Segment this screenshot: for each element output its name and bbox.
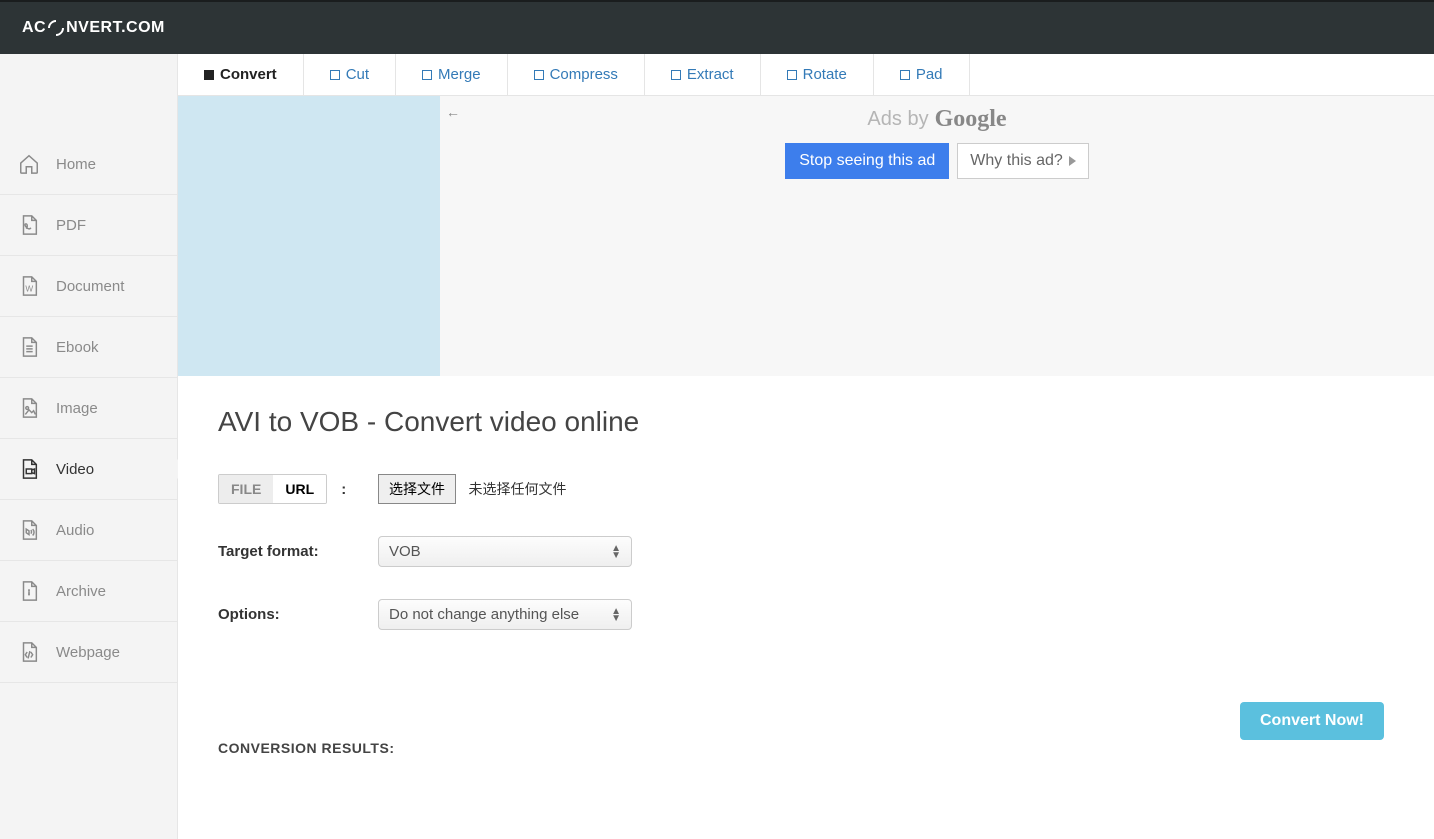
tab-pad[interactable]: Pad bbox=[874, 54, 970, 95]
results-heading: CONVERSION RESULTS: bbox=[218, 740, 1394, 756]
options-row: Options: Do not change anything else ▲▼ bbox=[218, 599, 1394, 630]
convert-now-button[interactable]: Convert Now! bbox=[1240, 702, 1384, 740]
ebook-icon bbox=[18, 336, 40, 358]
why-ad-label: Why this ad? bbox=[970, 152, 1062, 170]
square-icon bbox=[534, 70, 544, 80]
ad-region: ← Ads by Google Stop seeing this ad Why … bbox=[178, 96, 1434, 376]
sidebar-item-label: PDF bbox=[56, 217, 86, 234]
sidebar-item-label: Document bbox=[56, 278, 124, 295]
square-icon bbox=[900, 70, 910, 80]
square-icon bbox=[671, 70, 681, 80]
ads-by-text: Ads by bbox=[867, 108, 928, 131]
select-arrows-icon: ▲▼ bbox=[611, 608, 621, 622]
tab-merge[interactable]: Merge bbox=[396, 54, 508, 95]
source-toggle-area: FILE URL : bbox=[218, 474, 378, 504]
home-icon bbox=[18, 153, 40, 175]
sidebar-item-video[interactable]: Video bbox=[0, 439, 177, 500]
sidebar-item-audio[interactable]: Audio bbox=[0, 500, 177, 561]
tab-extract[interactable]: Extract bbox=[645, 54, 761, 95]
square-icon bbox=[422, 70, 432, 80]
archive-icon bbox=[18, 580, 40, 602]
square-icon bbox=[204, 70, 214, 80]
sidebar-item-archive[interactable]: Archive bbox=[0, 561, 177, 622]
colon: : bbox=[341, 481, 346, 498]
image-icon bbox=[18, 397, 40, 419]
target-value: VOB bbox=[389, 543, 421, 560]
choose-file-button[interactable]: 选择文件 bbox=[378, 474, 456, 504]
page-title: AVI to VOB - Convert video online bbox=[218, 406, 1394, 438]
triangle-right-icon bbox=[1069, 156, 1076, 166]
svg-text:W: W bbox=[25, 285, 33, 294]
options-value: Do not change anything else bbox=[389, 606, 579, 623]
ad-placeholder-left bbox=[178, 96, 440, 376]
arrow-left-icon: ← bbox=[446, 104, 460, 120]
document-icon: W bbox=[18, 275, 40, 297]
tab-label: Pad bbox=[916, 66, 943, 83]
tab-label: Compress bbox=[550, 66, 618, 83]
target-format-select[interactable]: VOB ▲▼ bbox=[378, 536, 632, 567]
sidebar-item-label: Home bbox=[56, 156, 96, 173]
sidebar: Home PDF W Document Ebook Image Video Au… bbox=[0, 54, 178, 839]
tab-cut[interactable]: Cut bbox=[304, 54, 396, 95]
tab-compress[interactable]: Compress bbox=[508, 54, 645, 95]
sidebar-item-home[interactable]: Home bbox=[0, 134, 177, 195]
ads-by-label: Ads by Google bbox=[867, 106, 1006, 133]
sidebar-item-label: Webpage bbox=[56, 644, 120, 661]
tab-rotate[interactable]: Rotate bbox=[761, 54, 874, 95]
main-area: Convert Cut Merge Compress Extract Rotat… bbox=[178, 54, 1434, 839]
sidebar-item-label: Video bbox=[56, 461, 94, 478]
file-tab-button[interactable]: FILE bbox=[219, 475, 273, 503]
target-label: Target format: bbox=[218, 543, 378, 560]
video-icon bbox=[18, 458, 40, 480]
topbar: AC NVERT.COM bbox=[0, 0, 1434, 54]
tab-label: Cut bbox=[346, 66, 369, 83]
source-row: FILE URL : 选择文件 未选择任何文件 bbox=[218, 474, 1394, 504]
sidebar-item-document[interactable]: W Document bbox=[0, 256, 177, 317]
why-ad-button[interactable]: Why this ad? bbox=[957, 143, 1088, 179]
target-row: Target format: VOB ▲▼ bbox=[218, 536, 1394, 567]
sidebar-item-ebook[interactable]: Ebook bbox=[0, 317, 177, 378]
sidebar-item-label: Image bbox=[56, 400, 98, 417]
tabs: Convert Cut Merge Compress Extract Rotat… bbox=[178, 54, 1434, 96]
select-arrows-icon: ▲▼ bbox=[611, 545, 621, 559]
logo-prefix: AC bbox=[22, 19, 46, 37]
sidebar-item-webpage[interactable]: Webpage bbox=[0, 622, 177, 683]
webpage-icon bbox=[18, 641, 40, 663]
tab-convert[interactable]: Convert bbox=[178, 54, 304, 95]
no-file-label: 未选择任何文件 bbox=[468, 481, 566, 497]
source-toggle: FILE URL bbox=[218, 474, 327, 504]
site-logo[interactable]: AC NVERT.COM bbox=[22, 19, 165, 37]
tab-label: Merge bbox=[438, 66, 481, 83]
sidebar-item-label: Ebook bbox=[56, 339, 99, 356]
square-icon bbox=[787, 70, 797, 80]
options-label: Options: bbox=[218, 606, 378, 623]
logo-suffix: NVERT.COM bbox=[66, 19, 165, 37]
tab-label: Convert bbox=[220, 66, 277, 83]
url-tab-button[interactable]: URL bbox=[273, 475, 326, 503]
google-brand: Google bbox=[935, 106, 1007, 133]
sidebar-item-pdf[interactable]: PDF bbox=[0, 195, 177, 256]
pdf-icon bbox=[18, 214, 40, 236]
refresh-icon bbox=[48, 20, 64, 36]
tab-label: Rotate bbox=[803, 66, 847, 83]
sidebar-item-label: Archive bbox=[56, 583, 106, 600]
options-select[interactable]: Do not change anything else ▲▼ bbox=[378, 599, 632, 630]
audio-icon bbox=[18, 519, 40, 541]
sidebar-item-image[interactable]: Image bbox=[0, 378, 177, 439]
square-icon bbox=[330, 70, 340, 80]
stop-ad-button[interactable]: Stop seeing this ad bbox=[785, 143, 949, 179]
sidebar-item-label: Audio bbox=[56, 522, 94, 539]
tab-label: Extract bbox=[687, 66, 734, 83]
